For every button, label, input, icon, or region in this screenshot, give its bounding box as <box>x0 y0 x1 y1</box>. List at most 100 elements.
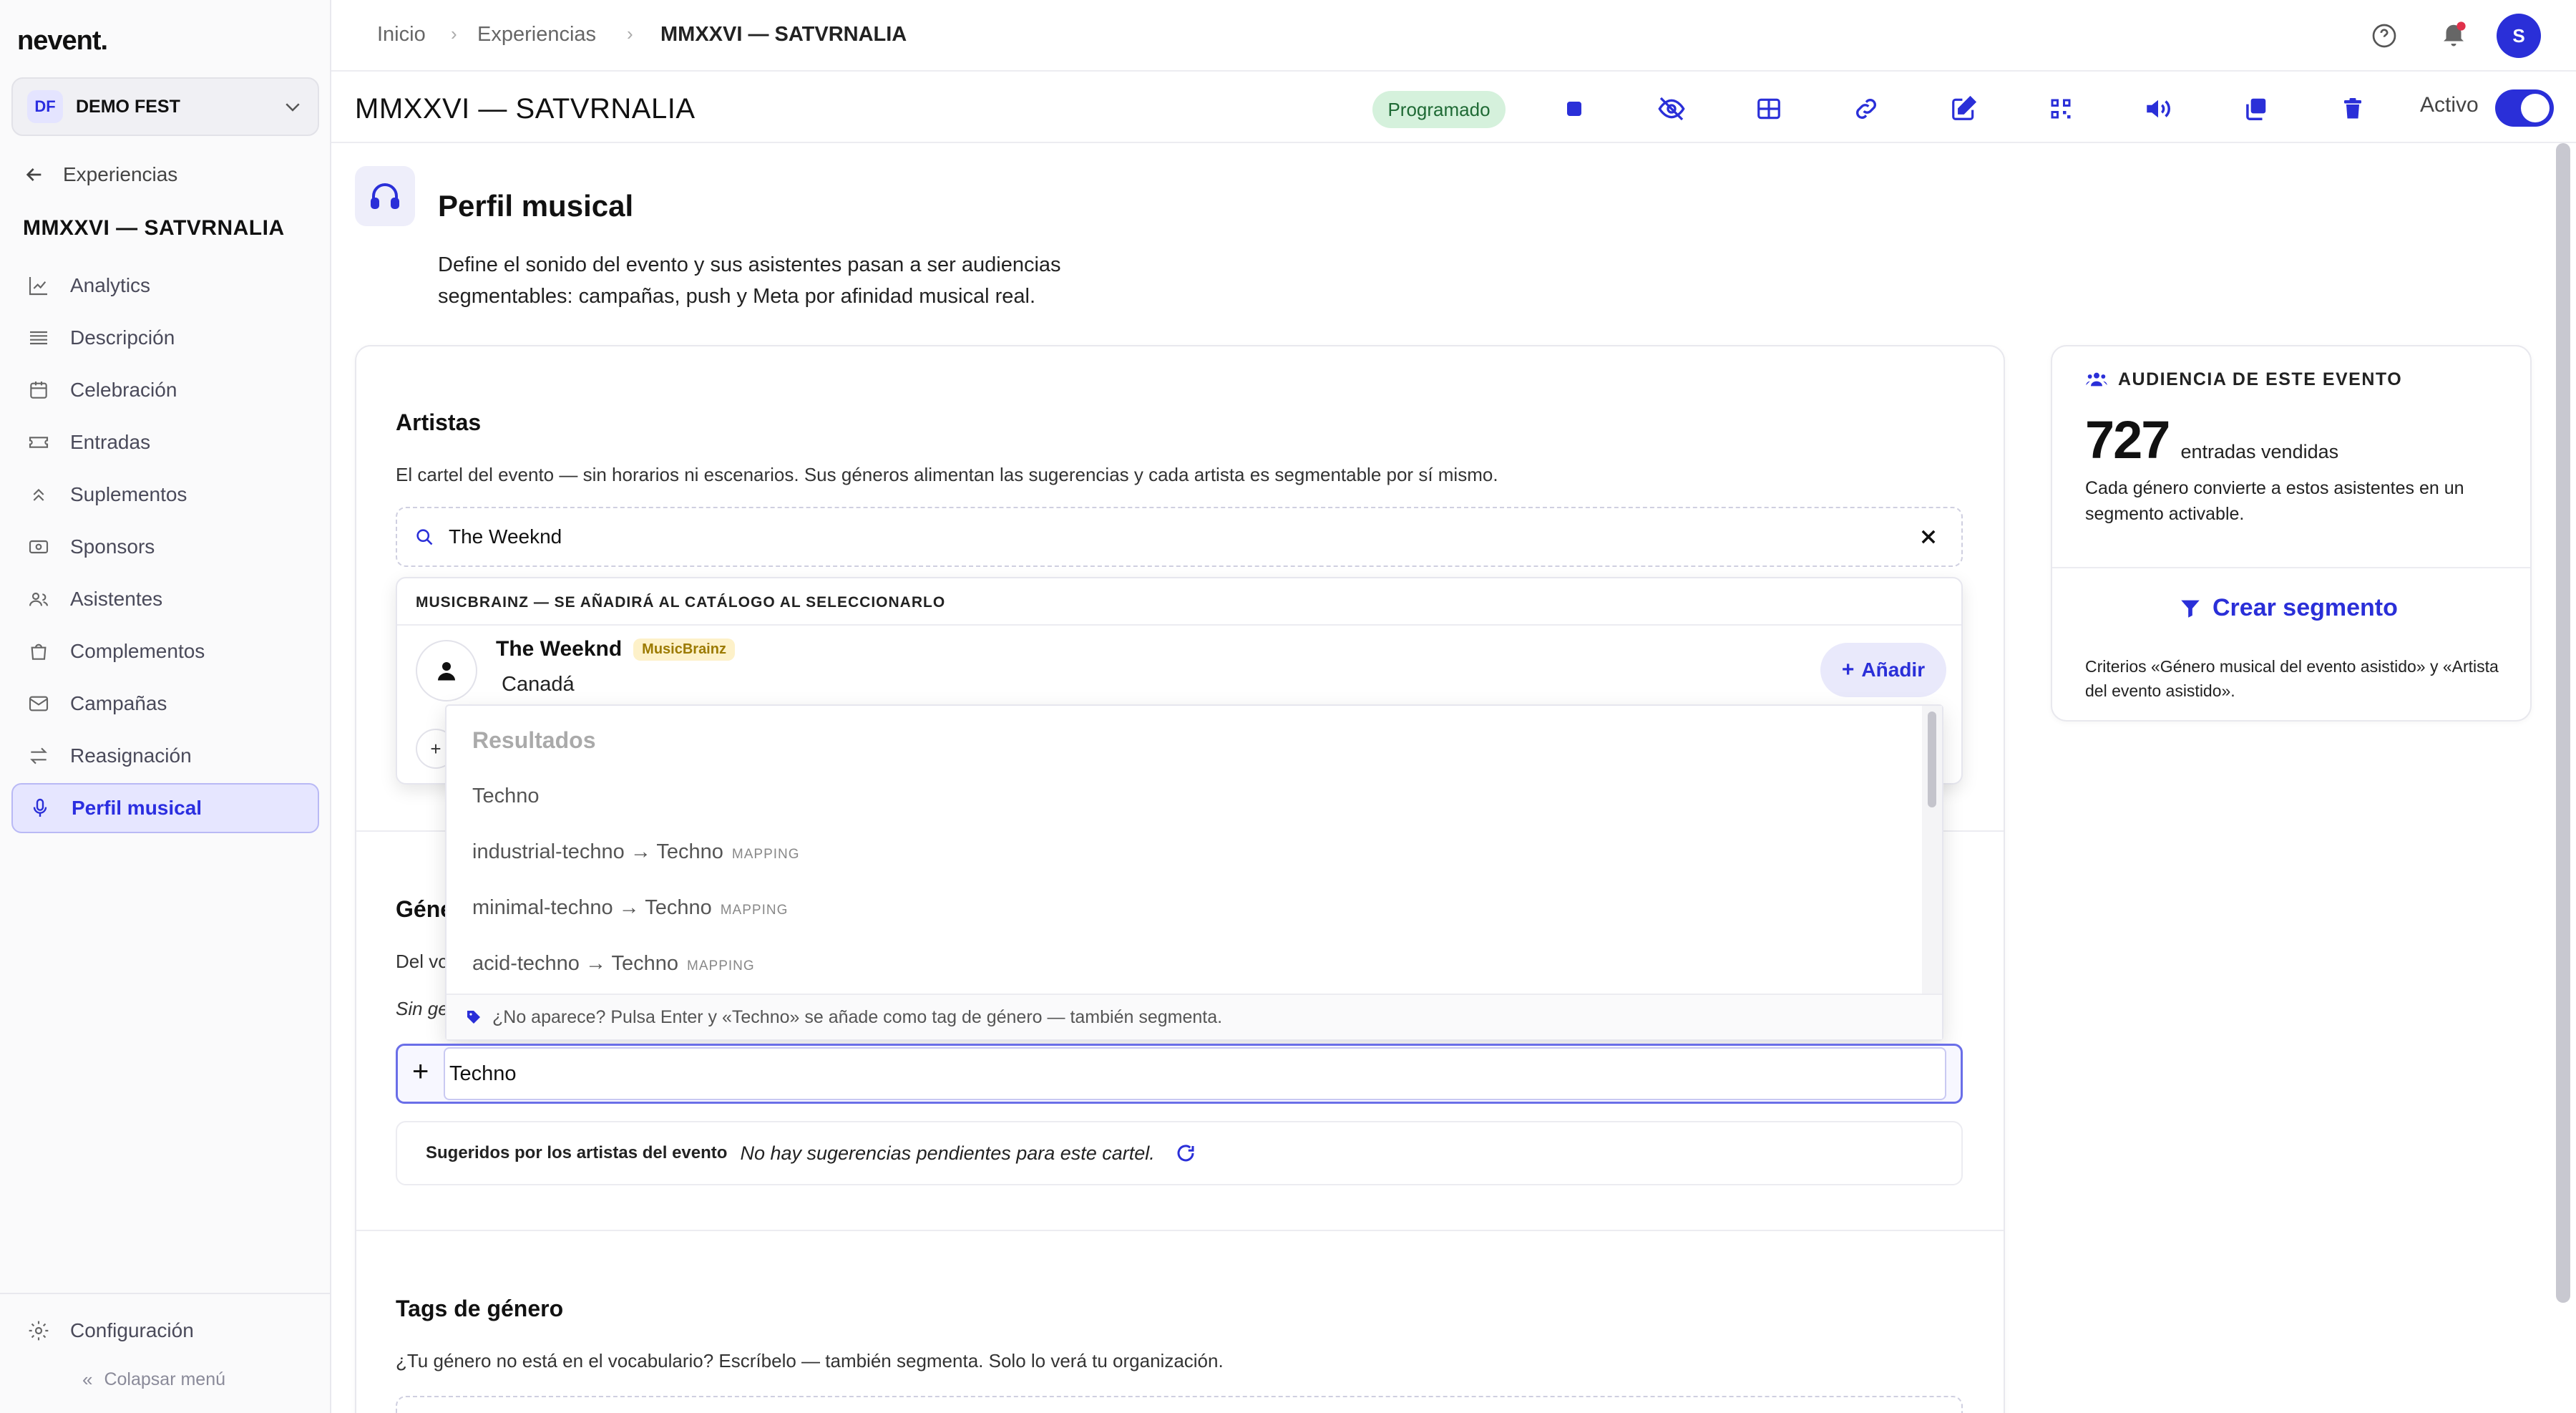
arrow-left-icon <box>26 168 42 181</box>
breadcrumb-inicio[interactable]: Inicio <box>377 23 426 47</box>
genre-option-text: minimal-techno → Techno <box>472 896 712 919</box>
sidebar: nevent. DF DEMO FEST Experiencias MMXXVI… <box>0 0 331 1413</box>
search-icon <box>416 529 433 545</box>
eye-off-icon[interactable] <box>1656 93 1687 125</box>
event-title: MMXXVI — SATVRNALIA <box>355 93 696 125</box>
mail-icon <box>29 696 49 712</box>
qr-icon[interactable] <box>2045 93 2077 125</box>
swap-icon <box>30 747 47 764</box>
scrollbar-track[interactable] <box>1922 706 1942 994</box>
genre-option[interactable]: minimal-techno → Techno MAPPING <box>472 896 788 920</box>
org-switcher[interactable]: DF DEMO FEST <box>11 77 319 136</box>
genre-option[interactable]: Techno <box>472 785 540 808</box>
genre-option-text: acid-techno → Techno <box>472 952 679 975</box>
hint-text: ¿No aparece? Pulsa Enter y «Techno» se a… <box>492 1006 1223 1027</box>
attendee-count: 727 <box>2085 410 2170 470</box>
sidebar-item-label: Entradas <box>70 431 151 453</box>
sidebar-item-label: Configuración <box>70 1319 194 1341</box>
filter-icon <box>2181 600 2200 618</box>
audience-title: AUDIENCIA DE ESTE EVENTO <box>2118 369 2403 389</box>
sidebar-item-celebracion[interactable]: Celebración <box>11 365 319 415</box>
sidebar-event-title: MMXXVI — SATVRNALIA <box>23 216 285 240</box>
genres-desc: Del vo <box>396 951 449 972</box>
help-icon[interactable] <box>2370 21 2399 50</box>
sidebar-item-perfil-musical[interactable]: Perfil musical <box>11 783 319 833</box>
close-icon[interactable] <box>1918 527 1938 547</box>
plus-icon: + <box>412 1056 429 1087</box>
users-icon <box>29 592 49 606</box>
artist-result-row[interactable]: The Weeknd MusicBrainz Canadá + Añadir <box>397 626 1961 713</box>
sidebar-item-label: Reasignación <box>70 744 192 767</box>
sidebar-item-label: Perfil musical <box>72 797 203 819</box>
artist-country: Canadá <box>502 673 575 696</box>
chevrons-left-icon: « <box>82 1369 93 1390</box>
user-avatar[interactable]: S <box>2497 14 2541 58</box>
genre-input[interactable]: Techno <box>444 1047 1946 1100</box>
sidebar-item-configuracion[interactable]: Configuración <box>11 1306 319 1356</box>
sidebar-item-descripcion[interactable]: Descripción <box>11 313 319 363</box>
bell-icon[interactable] <box>2439 19 2469 49</box>
active-toggle[interactable] <box>2495 89 2554 127</box>
genre-option-text: industrial-techno → Techno <box>472 840 723 863</box>
suggest-empty: No hay sugerencias pendientes para este … <box>740 1142 1155 1164</box>
grid-icon[interactable] <box>1753 93 1785 125</box>
users-icon <box>2086 372 2107 387</box>
link-icon[interactable] <box>1850 93 1882 125</box>
chevrons-up-icon <box>33 488 44 501</box>
genre-option[interactable]: industrial-techno → Techno MAPPING <box>472 840 800 864</box>
headphones-icon <box>355 166 415 226</box>
tags-input[interactable] <box>396 1396 1963 1413</box>
source-badge: MusicBrainz <box>633 638 735 661</box>
sidebar-item-complementos[interactable]: Complementos <box>11 626 319 676</box>
org-badge: DF <box>27 90 63 123</box>
speaker-icon[interactable] <box>2142 93 2174 125</box>
page-scrollbar-thumb[interactable] <box>2556 143 2570 1303</box>
trash-icon[interactable] <box>2337 93 2368 125</box>
sidebar-item-reasignacion[interactable]: Reasignación <box>11 731 319 781</box>
scrollbar-thumb[interactable] <box>1928 712 1936 807</box>
sidebar-item-suplementos[interactable]: Suplementos <box>11 470 319 520</box>
app-logo[interactable]: nevent. <box>17 26 108 57</box>
add-label: Añadir <box>1861 659 1926 681</box>
breadcrumb-experiencias[interactable]: Experiencias <box>477 23 596 47</box>
edit-icon[interactable] <box>1948 93 1979 125</box>
genre-option[interactable]: acid-techno → Techno MAPPING <box>472 952 755 976</box>
genres-empty: Sin ge <box>396 998 449 1019</box>
results-header: Resultados <box>472 727 596 753</box>
artist-search-input[interactable]: The Weeknd <box>396 507 1963 567</box>
artist-avatar <box>416 640 477 701</box>
audience-desc: Cada género convierte a estos asistentes… <box>2085 478 2464 524</box>
bag-icon <box>31 644 47 660</box>
sidebar-item-entradas[interactable]: Entradas <box>11 417 319 467</box>
count-label: entradas vendidas <box>2180 441 2339 462</box>
mapping-tag: MAPPING <box>687 958 755 973</box>
sidebar-item-campanas[interactable]: Campañas <box>11 679 319 729</box>
audience-divider <box>2052 567 2530 568</box>
genre-option-text: Techno <box>472 785 540 807</box>
create-segment-button[interactable]: Crear segmento <box>2178 594 2398 622</box>
collapse-menu-button[interactable]: « Colapsar menú <box>82 1369 225 1391</box>
stop-icon[interactable] <box>1558 93 1590 125</box>
artists-desc: El cartel del evento — sin horarios ni e… <box>396 464 1498 485</box>
suggest-label: Sugeridos por los artistas del evento <box>426 1143 728 1162</box>
refresh-icon[interactable] <box>1175 1142 1196 1164</box>
sidebar-item-label: Complementos <box>70 640 205 662</box>
mapping-tag: MAPPING <box>720 903 789 918</box>
sidebar-item-asistentes[interactable]: Asistentes <box>11 574 319 624</box>
add-artist-button[interactable]: + Añadir <box>1820 643 1946 697</box>
back-to-experiences[interactable]: Experiencias <box>23 163 177 186</box>
list-icon <box>30 331 47 345</box>
back-label: Experiencias <box>63 163 178 185</box>
collapse-label: Colapsar menú <box>104 1369 225 1389</box>
genre-input-wrapper[interactable]: + Techno <box>396 1044 1963 1104</box>
sidebar-item-label: Campañas <box>70 692 167 714</box>
artist-name: The Weeknd <box>496 637 623 661</box>
create-segment-label: Crear segmento <box>2212 594 2398 621</box>
sidebar-item-sponsors[interactable]: Sponsors <box>11 522 319 572</box>
copy-icon[interactable] <box>2240 93 2271 125</box>
plus-icon: + <box>1841 658 1855 681</box>
sidebar-item-analytics[interactable]: Analytics <box>11 261 319 311</box>
mapping-tag: MAPPING <box>731 847 800 862</box>
breadcrumb-separator-icon: › <box>627 23 633 44</box>
person-icon <box>438 662 455 681</box>
